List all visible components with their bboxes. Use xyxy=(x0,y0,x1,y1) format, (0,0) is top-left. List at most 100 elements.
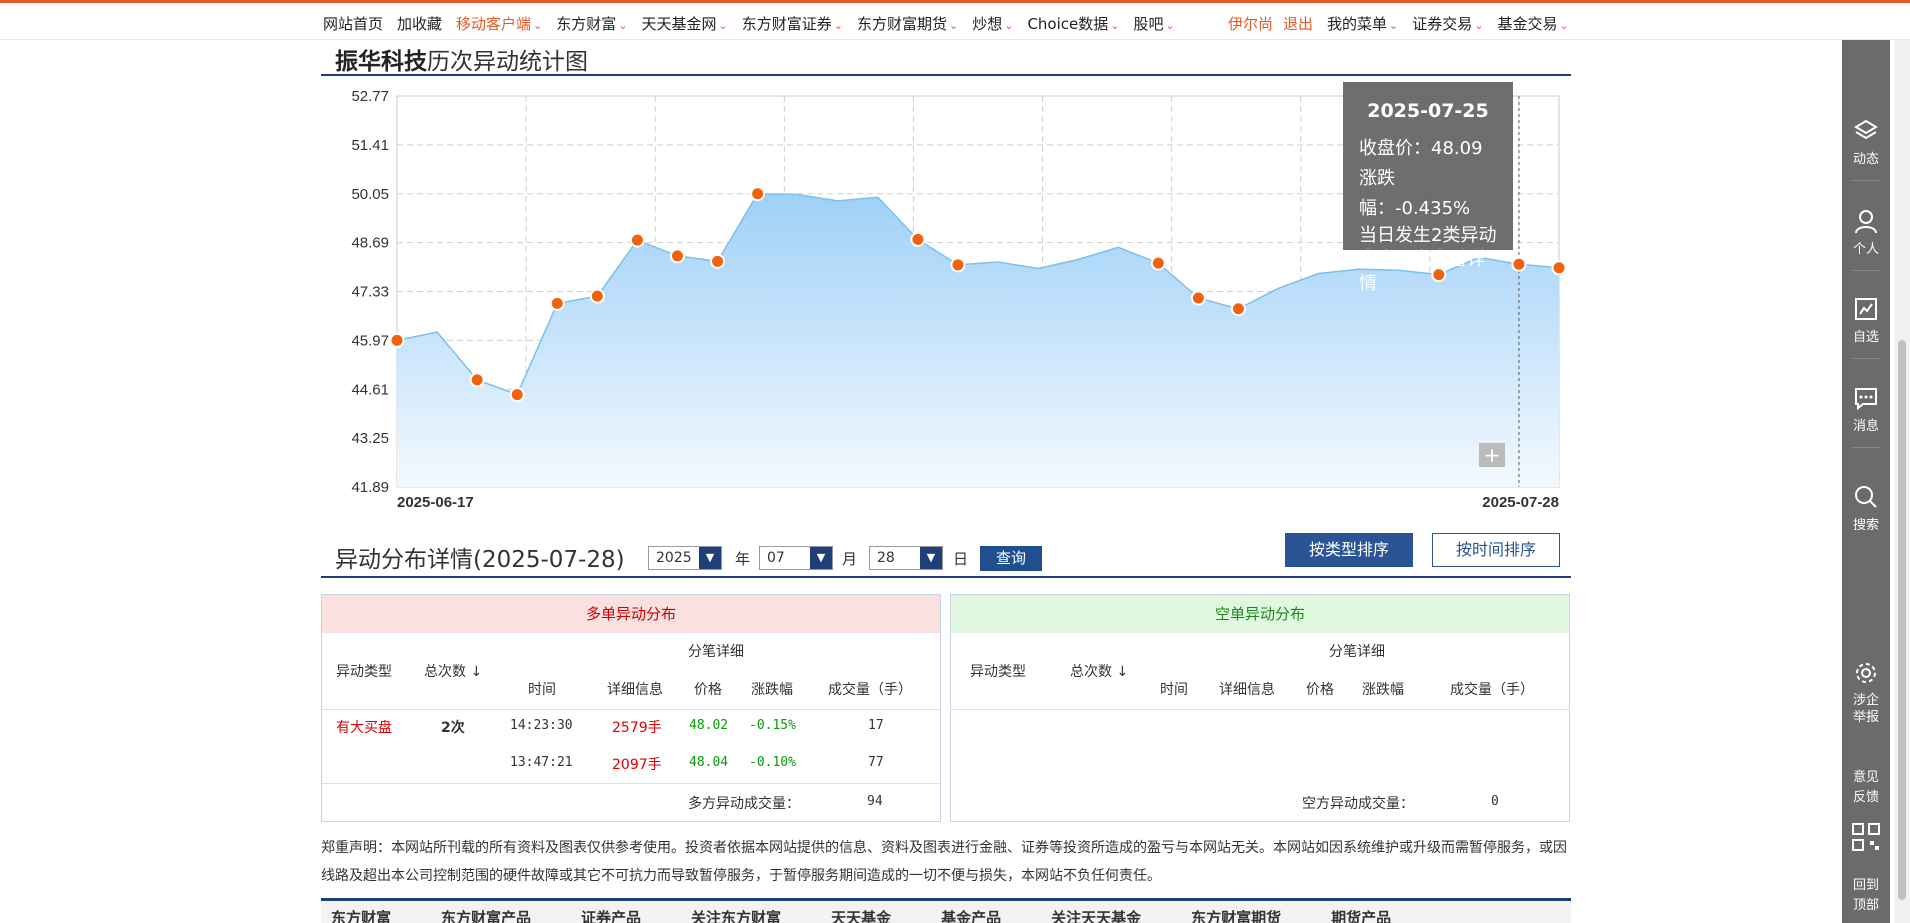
nav-item-6[interactable]: 东方财富期货 ⌄ xyxy=(857,13,958,34)
row-1-change: -0.15% xyxy=(749,718,796,733)
sidebar-back-to-top[interactable]: 回到 顶部 xyxy=(1842,876,1890,916)
anomaly-marker-28[interactable] xyxy=(1511,256,1527,272)
sidebar-feedback-label-2: 反馈 xyxy=(1852,790,1879,805)
user-icon xyxy=(1855,210,1877,234)
footer-link-4[interactable]: 天天基金 xyxy=(821,901,891,923)
footer-link-1[interactable]: 东方财富产品 xyxy=(431,901,531,923)
right-sidebar: 动态 个人 自选 消息 搜索 涉企 举报 意见 反馈 回到 顶部 xyxy=(1842,40,1890,923)
footer-divider xyxy=(322,783,940,784)
anomaly-marker-0[interactable] xyxy=(389,332,405,348)
chart-section-header: 振华科技历次异动统计图 xyxy=(321,40,1571,76)
long-table-title: 多单异动分布 xyxy=(322,595,940,633)
footer-link-2[interactable]: 证券产品 xyxy=(571,901,641,923)
layers-icon xyxy=(1854,119,1878,140)
scrollbar-thumb[interactable] xyxy=(1898,340,1906,900)
nav-item-2[interactable]: 移动客户端 ⌄ xyxy=(456,13,542,34)
tooltip-close: 收盘价：48.09 xyxy=(1359,138,1483,159)
anomaly-marker-2[interactable] xyxy=(469,372,485,388)
sidebar-divider xyxy=(1852,180,1880,181)
row-2-info: 2097手 xyxy=(612,757,662,773)
nav-right-item-1[interactable]: 证券交易 ⌄ xyxy=(1412,13,1483,34)
col-volume: 成交量（手） xyxy=(828,682,912,698)
year-select[interactable]: 2025 ▼ xyxy=(648,546,722,570)
nav-item-3[interactable]: 东方财富 ⌄ xyxy=(556,13,627,34)
sidebar-watchlist-label: 自选 xyxy=(1852,330,1879,345)
nav-right-item-2[interactable]: 基金交易 ⌄ xyxy=(1498,13,1569,34)
sidebar-qrcode[interactable] xyxy=(1842,822,1890,856)
col-price: 价格 xyxy=(1306,682,1334,698)
sort-by-time-button[interactable]: 按时间排序 xyxy=(1432,533,1560,567)
sidebar-feedback[interactable]: 意见 反馈 xyxy=(1842,768,1890,808)
sidebar-report[interactable]: 涉企 举报 xyxy=(1842,660,1890,726)
x-end-label: 2025-07-28 xyxy=(1482,494,1559,511)
footer-link-8[interactable]: 期货产品 xyxy=(1321,901,1391,923)
sidebar-personal[interactable]: 个人 xyxy=(1842,208,1890,257)
nav-item-4[interactable]: 天天基金网 ⌄ xyxy=(642,13,728,34)
anomaly-marker-5[interactable] xyxy=(589,288,605,304)
anomaly-marker-13[interactable] xyxy=(910,231,926,247)
year-unit: 年 xyxy=(735,550,751,568)
zoom-plus-icon[interactable]: + xyxy=(1479,443,1505,467)
sort-by-type-button[interactable]: 按类型排序 xyxy=(1285,533,1413,567)
anomaly-marker-21[interactable] xyxy=(1230,301,1246,317)
anomaly-marker-8[interactable] xyxy=(710,253,726,269)
y-tick-label: 44.61 xyxy=(351,381,389,398)
short-total-label: 空方异动成交量： xyxy=(1302,796,1414,812)
nav-item-7[interactable]: 炒想 ⌄ xyxy=(972,13,1013,34)
nav-item-0[interactable]: 网站首页 xyxy=(323,13,383,34)
nav-left: 网站首页 加收藏 移动客户端 ⌄ 东方财富 ⌄ 天天基金网 ⌄ 东方财富证券 ⌄ 东方财富期货 ⌄ 炒想… xyxy=(323,13,1189,34)
row-2-volume: 77 xyxy=(868,755,884,770)
nav-item-1[interactable]: 加收藏 xyxy=(397,13,442,34)
nav-item-5[interactable]: 东方财富证券 ⌄ xyxy=(742,13,843,34)
sidebar-search[interactable]: 搜索 xyxy=(1842,484,1890,533)
col-type: 异动类型 xyxy=(336,664,392,680)
nav-username[interactable]: 伊尔尚 xyxy=(1228,13,1273,34)
col-price: 价格 xyxy=(694,682,722,698)
query-button[interactable]: 查询 xyxy=(980,546,1042,571)
anomaly-marker-7[interactable] xyxy=(669,248,685,264)
col-detail: 分笔详细 xyxy=(688,644,744,660)
anomaly-marker-20[interactable] xyxy=(1190,290,1206,306)
nav-right-item-0[interactable]: 我的菜单 ⌄ xyxy=(1327,13,1398,34)
sidebar-top-label-1: 回到 xyxy=(1852,878,1879,893)
sidebar-divider xyxy=(1852,358,1880,359)
tooltip-date: 2025-07-25 xyxy=(1367,100,1489,122)
row-1-time: 14:23:30 xyxy=(510,718,573,733)
row-2-price: 48.04 xyxy=(689,755,729,770)
col-type: 异动类型 xyxy=(970,664,1026,680)
anomaly-marker-4[interactable] xyxy=(549,295,565,311)
nav-item-9[interactable]: 股吧 ⌄ xyxy=(1133,13,1174,34)
sidebar-watchlist[interactable]: 自选 xyxy=(1842,296,1890,345)
footer-link-0[interactable]: 东方财富 xyxy=(321,901,391,923)
anomaly-marker-14[interactable] xyxy=(950,257,966,273)
footer-link-5[interactable]: 基金产品 xyxy=(931,901,1001,923)
nav-item-8[interactable]: Choice数据 ⌄ xyxy=(1027,13,1119,34)
footer-link-7[interactable]: 东方财富期货 xyxy=(1181,901,1281,923)
day-value: 28 xyxy=(877,550,895,566)
long-total-value: 94 xyxy=(867,794,883,809)
anomaly-marker-3[interactable] xyxy=(509,387,525,403)
month-chevron-down-icon: ▼ xyxy=(810,547,832,569)
anomaly-marker-29[interactable] xyxy=(1551,260,1567,276)
col-count[interactable]: 总次数 ↓ xyxy=(424,661,482,681)
footer-links: 东方财富 东方财富产品 证券产品 关注东方财富 天天基金 基金产品 关注天天基金 东方财富期货… xyxy=(321,898,1571,923)
sidebar-search-label: 搜索 xyxy=(1852,518,1879,533)
sidebar-divider xyxy=(1852,270,1880,271)
day-select[interactable]: 28 ▼ xyxy=(869,546,943,570)
anomaly-marker-9[interactable] xyxy=(750,186,766,202)
sidebar-dynamic[interactable]: 动态 xyxy=(1842,118,1890,167)
footer-link-3[interactable]: 关注东方财富 xyxy=(681,901,781,923)
anomaly-marker-19[interactable] xyxy=(1150,255,1166,271)
sidebar-messages[interactable]: 消息 xyxy=(1842,385,1890,434)
long-total-label: 多方异动成交量： xyxy=(688,796,800,812)
anomaly-marker-6[interactable] xyxy=(629,232,645,248)
footer-link-6[interactable]: 关注天天基金 xyxy=(1041,901,1141,923)
col-count-label: 总次数 xyxy=(424,664,466,680)
row-1-info: 2579手 xyxy=(612,720,662,736)
sidebar-messages-label: 消息 xyxy=(1852,419,1879,434)
detail-title: 异动分布详情(2025-07-28) xyxy=(335,547,625,573)
month-select[interactable]: 07 ▼ xyxy=(759,546,833,570)
col-count[interactable]: 总次数 ↓ xyxy=(1070,661,1128,681)
anomaly-type[interactable]: 有大买盘 xyxy=(336,717,392,737)
nav-logout[interactable]: 退出 xyxy=(1283,13,1313,34)
